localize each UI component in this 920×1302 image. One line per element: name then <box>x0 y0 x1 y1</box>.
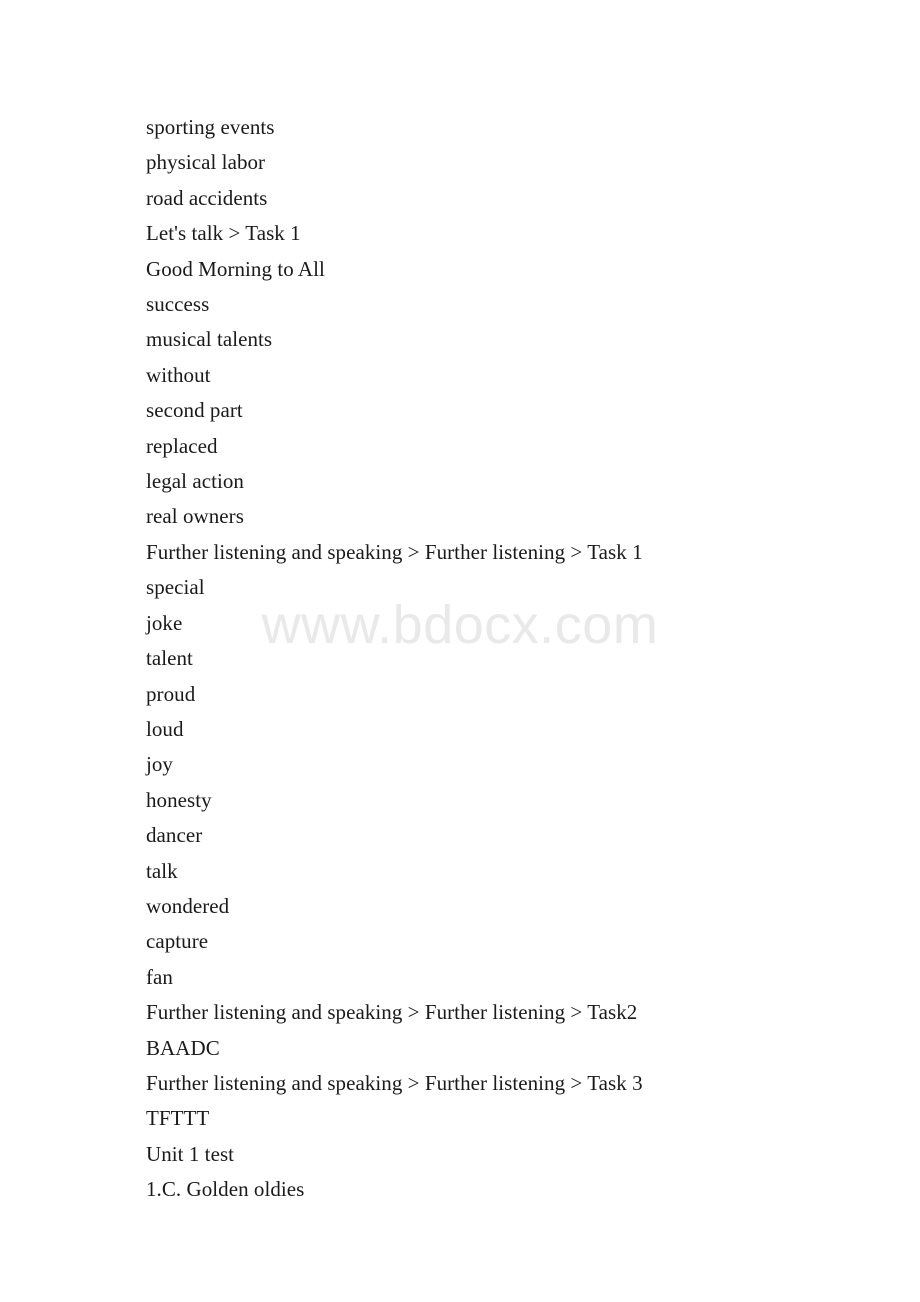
text-line: capture <box>146 929 209 954</box>
text-line: musical talents <box>146 327 273 352</box>
text-line: fan <box>146 964 173 989</box>
text-line: Unit 1 test <box>146 1141 235 1166</box>
text-line: talk <box>146 858 178 883</box>
text-line: success <box>146 292 210 317</box>
text-line: Let's talk > Task 1 <box>146 221 301 246</box>
text-line: joy <box>146 752 173 777</box>
text-line: without <box>146 362 211 387</box>
document-body: sporting events physical labor road acci… <box>146 110 846 1208</box>
text-line: joke <box>146 610 183 635</box>
text-line: honesty <box>146 787 212 812</box>
text-line: real owners <box>146 504 244 529</box>
text-line: special <box>146 575 205 600</box>
text-line: replaced <box>146 433 218 458</box>
text-line: BAADC <box>146 1035 220 1060</box>
document-page: www.bdocx.com sporting events physical l… <box>0 0 920 1302</box>
text-line: proud <box>146 681 196 706</box>
text-line: Further listening and speaking > Further… <box>146 539 643 564</box>
text-line: dancer <box>146 823 203 848</box>
text-line: legal action <box>146 469 244 494</box>
text-line: road accidents <box>146 185 268 210</box>
text-line: talent <box>146 646 193 671</box>
text-line: Further listening and speaking > Further… <box>146 1070 643 1095</box>
text-line: sporting events <box>146 115 275 139</box>
text-line: second part <box>146 398 243 423</box>
text-line: physical labor <box>146 150 266 175</box>
text-line: Good Morning to All <box>146 256 325 281</box>
text-line: wondered <box>146 893 230 918</box>
text-line: Further listening and speaking > Further… <box>146 1000 638 1025</box>
text-line: TFTTT <box>146 1106 210 1131</box>
text-line: 1.C. Golden oldies <box>146 1177 305 1202</box>
text-line: loud <box>146 716 184 741</box>
